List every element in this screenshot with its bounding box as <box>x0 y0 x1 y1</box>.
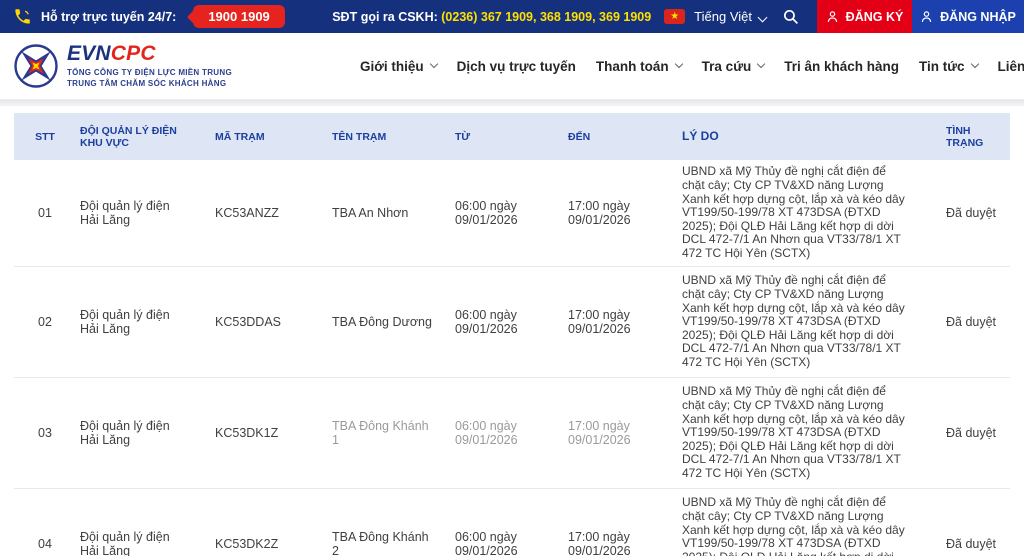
brand-subtitle: TỔNG CÔNG TY ĐIỆN LỰC MIỀN TRUNG TRUNG T… <box>67 67 232 89</box>
register-button[interactable]: ĐĂNG KÝ <box>817 0 912 33</box>
cell-stt: 03 <box>14 426 76 440</box>
table-header-row: STT ĐỘI QUẢN LÝ ĐIỆN KHU VỰC MÃ TRẠM TÊN… <box>14 113 1010 160</box>
nav-label: Giới thiệu <box>360 59 424 74</box>
nav-label: Liên hệ <box>998 59 1024 74</box>
cell-to: 17:00 ngày 09/01/2026 <box>563 419 677 447</box>
cell-team: Đội quản lý điện Hải Lăng <box>76 199 206 227</box>
site-header: EVNCPC TỔNG CÔNG TY ĐIỆN LỰC MIỀN TRUNG … <box>0 33 1024 100</box>
brand-line2: TRUNG TÂM CHĂM SÓC KHÁCH HÀNG <box>67 78 232 89</box>
table-row: 01 Đội quản lý điện Hải Lăng KC53ANZZ TB… <box>14 160 1010 267</box>
cell-from: 06:00 ngày 09/01/2026 <box>450 199 563 227</box>
chevron-down-icon <box>970 60 978 68</box>
cell-to: 17:00 ngày 09/01/2026 <box>563 530 677 556</box>
nav-label: Thanh toán <box>596 59 669 74</box>
cskh-label: SĐT gọi ra CSKH: <box>332 10 441 24</box>
col-header-code[interactable]: MÃ TRẠM <box>206 131 320 143</box>
chevron-down-icon <box>674 60 682 68</box>
language-label: Tiếng Việt <box>694 9 752 24</box>
cell-code: KC53DK1Z <box>206 426 320 440</box>
col-header-team[interactable]: ĐỘI QUẢN LÝ ĐIỆN KHU VỰC <box>76 125 206 149</box>
cell-team: Đội quản lý điện Hải Lăng <box>76 419 206 447</box>
chevron-down-icon <box>758 13 768 23</box>
chevron-down-icon <box>757 60 765 68</box>
vietnam-flag-icon: ★ <box>664 9 685 24</box>
evncpc-logo[interactable]: EVNCPC TỔNG CÔNG TY ĐIỆN LỰC MIỀN TRUNG … <box>13 43 232 89</box>
col-header-reason[interactable]: LÝ DO <box>677 130 936 144</box>
logo-text: EVNCPC TỔNG CÔNG TY ĐIỆN LỰC MIỀN TRUNG … <box>67 44 232 89</box>
status-badge: Đã duyệt <box>936 206 1010 220</box>
nav-item-tin-tuc[interactable]: Tin tức <box>919 59 978 74</box>
col-header-stt[interactable]: STT <box>14 131 76 143</box>
register-label: ĐĂNG KÝ <box>846 10 904 24</box>
phone-icon <box>13 7 32 26</box>
cell-reason: UBND xã Mỹ Thủy đề nghị cắt điện để chặt… <box>677 496 936 556</box>
main-nav: Giới thiệu Dịch vụ trực tuyến Thanh toán… <box>360 33 1024 99</box>
table-row: 04 Đội quản lý điện Hải Lăng KC53DK2Z TB… <box>14 489 1010 556</box>
topbar: Hỗ trợ trực tuyến 24/7: 1900 1909 SĐT gọ… <box>0 0 1024 33</box>
user-icon <box>920 10 933 23</box>
cell-code: KC53DK2Z <box>206 537 320 551</box>
table-row: 03 Đội quản lý điện Hải Lăng KC53DK1Z TB… <box>14 378 1010 489</box>
brand-name: EVNCPC <box>67 44 232 64</box>
brand-cpc: CPC <box>111 42 156 65</box>
chevron-down-icon <box>429 60 437 68</box>
brand-evn: EVN <box>67 42 111 65</box>
nav-label: Tin tức <box>919 59 965 74</box>
cell-code: KC53DDAS <box>206 315 320 329</box>
nav-item-thanh-toan[interactable]: Thanh toán <box>596 59 682 74</box>
cell-to: 17:00 ngày 09/01/2026 <box>563 199 677 227</box>
cell-team: Đội quản lý điện Hải Lăng <box>76 530 206 556</box>
cell-team: Đội quản lý điện Hải Lăng <box>76 308 206 336</box>
nav-item-lien-he[interactable]: Liên hệ <box>998 59 1024 74</box>
user-icon <box>826 10 839 23</box>
cell-from: 06:00 ngày 09/01/2026 <box>450 530 563 556</box>
cskh-info: SĐT gọi ra CSKH: (0236) 367 1909, 368 19… <box>332 10 651 24</box>
nav-label: Tra cứu <box>702 59 752 74</box>
cell-from: 06:00 ngày 09/01/2026 <box>450 419 563 447</box>
cell-name: TBA Đông Khánh 2 <box>320 530 450 556</box>
col-header-to[interactable]: ĐẾN <box>563 131 677 143</box>
col-header-name[interactable]: TÊN TRẠM <box>320 131 450 143</box>
col-header-from[interactable]: TỪ <box>450 131 563 143</box>
login-label: ĐĂNG NHẬP <box>940 10 1016 24</box>
spacer <box>0 106 1024 113</box>
nav-item-gioi-thieu[interactable]: Giới thiệu <box>360 59 437 74</box>
nav-label: Tri ân khách hàng <box>784 59 899 74</box>
cskh-numbers: (0236) 367 1909, 368 1909, 369 1909 <box>441 10 651 24</box>
nav-label: Dịch vụ trực tuyến <box>457 59 576 74</box>
support-label: Hỗ trợ trực tuyến 24/7: <box>41 10 176 24</box>
cell-reason: UBND xã Mỹ Thủy đề nghị cắt điện để chặt… <box>677 274 936 369</box>
topbar-support: Hỗ trợ trực tuyến 24/7: 1900 1909 <box>0 5 285 28</box>
evn-star-icon <box>13 43 59 89</box>
col-header-status[interactable]: TÌNH TRẠNG <box>936 125 1010 149</box>
cell-code: KC53ANZZ <box>206 206 320 220</box>
table-row: 02 Đội quản lý điện Hải Lăng KC53DDAS TB… <box>14 267 1010 378</box>
status-badge: Đã duyệt <box>936 537 1010 551</box>
nav-item-dich-vu-truc-tuyen[interactable]: Dịch vụ trực tuyến <box>457 59 576 74</box>
cell-stt: 04 <box>14 537 76 551</box>
login-button[interactable]: ĐĂNG NHẬP <box>912 0 1024 33</box>
outage-table: STT ĐỘI QUẢN LÝ ĐIỆN KHU VỰC MÃ TRẠM TÊN… <box>14 113 1010 556</box>
language-selector[interactable]: Tiếng Việt <box>694 9 766 24</box>
search-icon <box>782 8 799 25</box>
brand-line1: TỔNG CÔNG TY ĐIỆN LỰC MIỀN TRUNG <box>67 67 232 78</box>
topbar-right: SĐT gọi ra CSKH: (0236) 367 1909, 368 19… <box>332 0 1024 33</box>
cell-reason: UBND xã Mỹ Thủy đề nghị cắt điện để chặt… <box>677 385 936 480</box>
search-button[interactable] <box>782 8 799 25</box>
hotline-badge[interactable]: 1900 1909 <box>193 5 284 28</box>
cell-name: TBA An Nhơn <box>320 206 450 220</box>
status-badge: Đã duyệt <box>936 426 1010 440</box>
cell-reason: UBND xã Mỹ Thủy đề nghị cắt điện để chặt… <box>677 165 936 260</box>
cell-to: 17:00 ngày 09/01/2026 <box>563 308 677 336</box>
nav-item-tra-cuu[interactable]: Tra cứu <box>702 59 765 74</box>
cell-name: TBA Đông Khánh 1 <box>320 419 450 447</box>
status-badge: Đã duyệt <box>936 315 1010 329</box>
cell-from: 06:00 ngày 09/01/2026 <box>450 308 563 336</box>
cell-stt: 01 <box>14 206 76 220</box>
cell-name: TBA Đông Dương <box>320 315 450 329</box>
nav-item-tri-an-khach-hang[interactable]: Tri ân khách hàng <box>784 59 899 74</box>
cell-stt: 02 <box>14 315 76 329</box>
